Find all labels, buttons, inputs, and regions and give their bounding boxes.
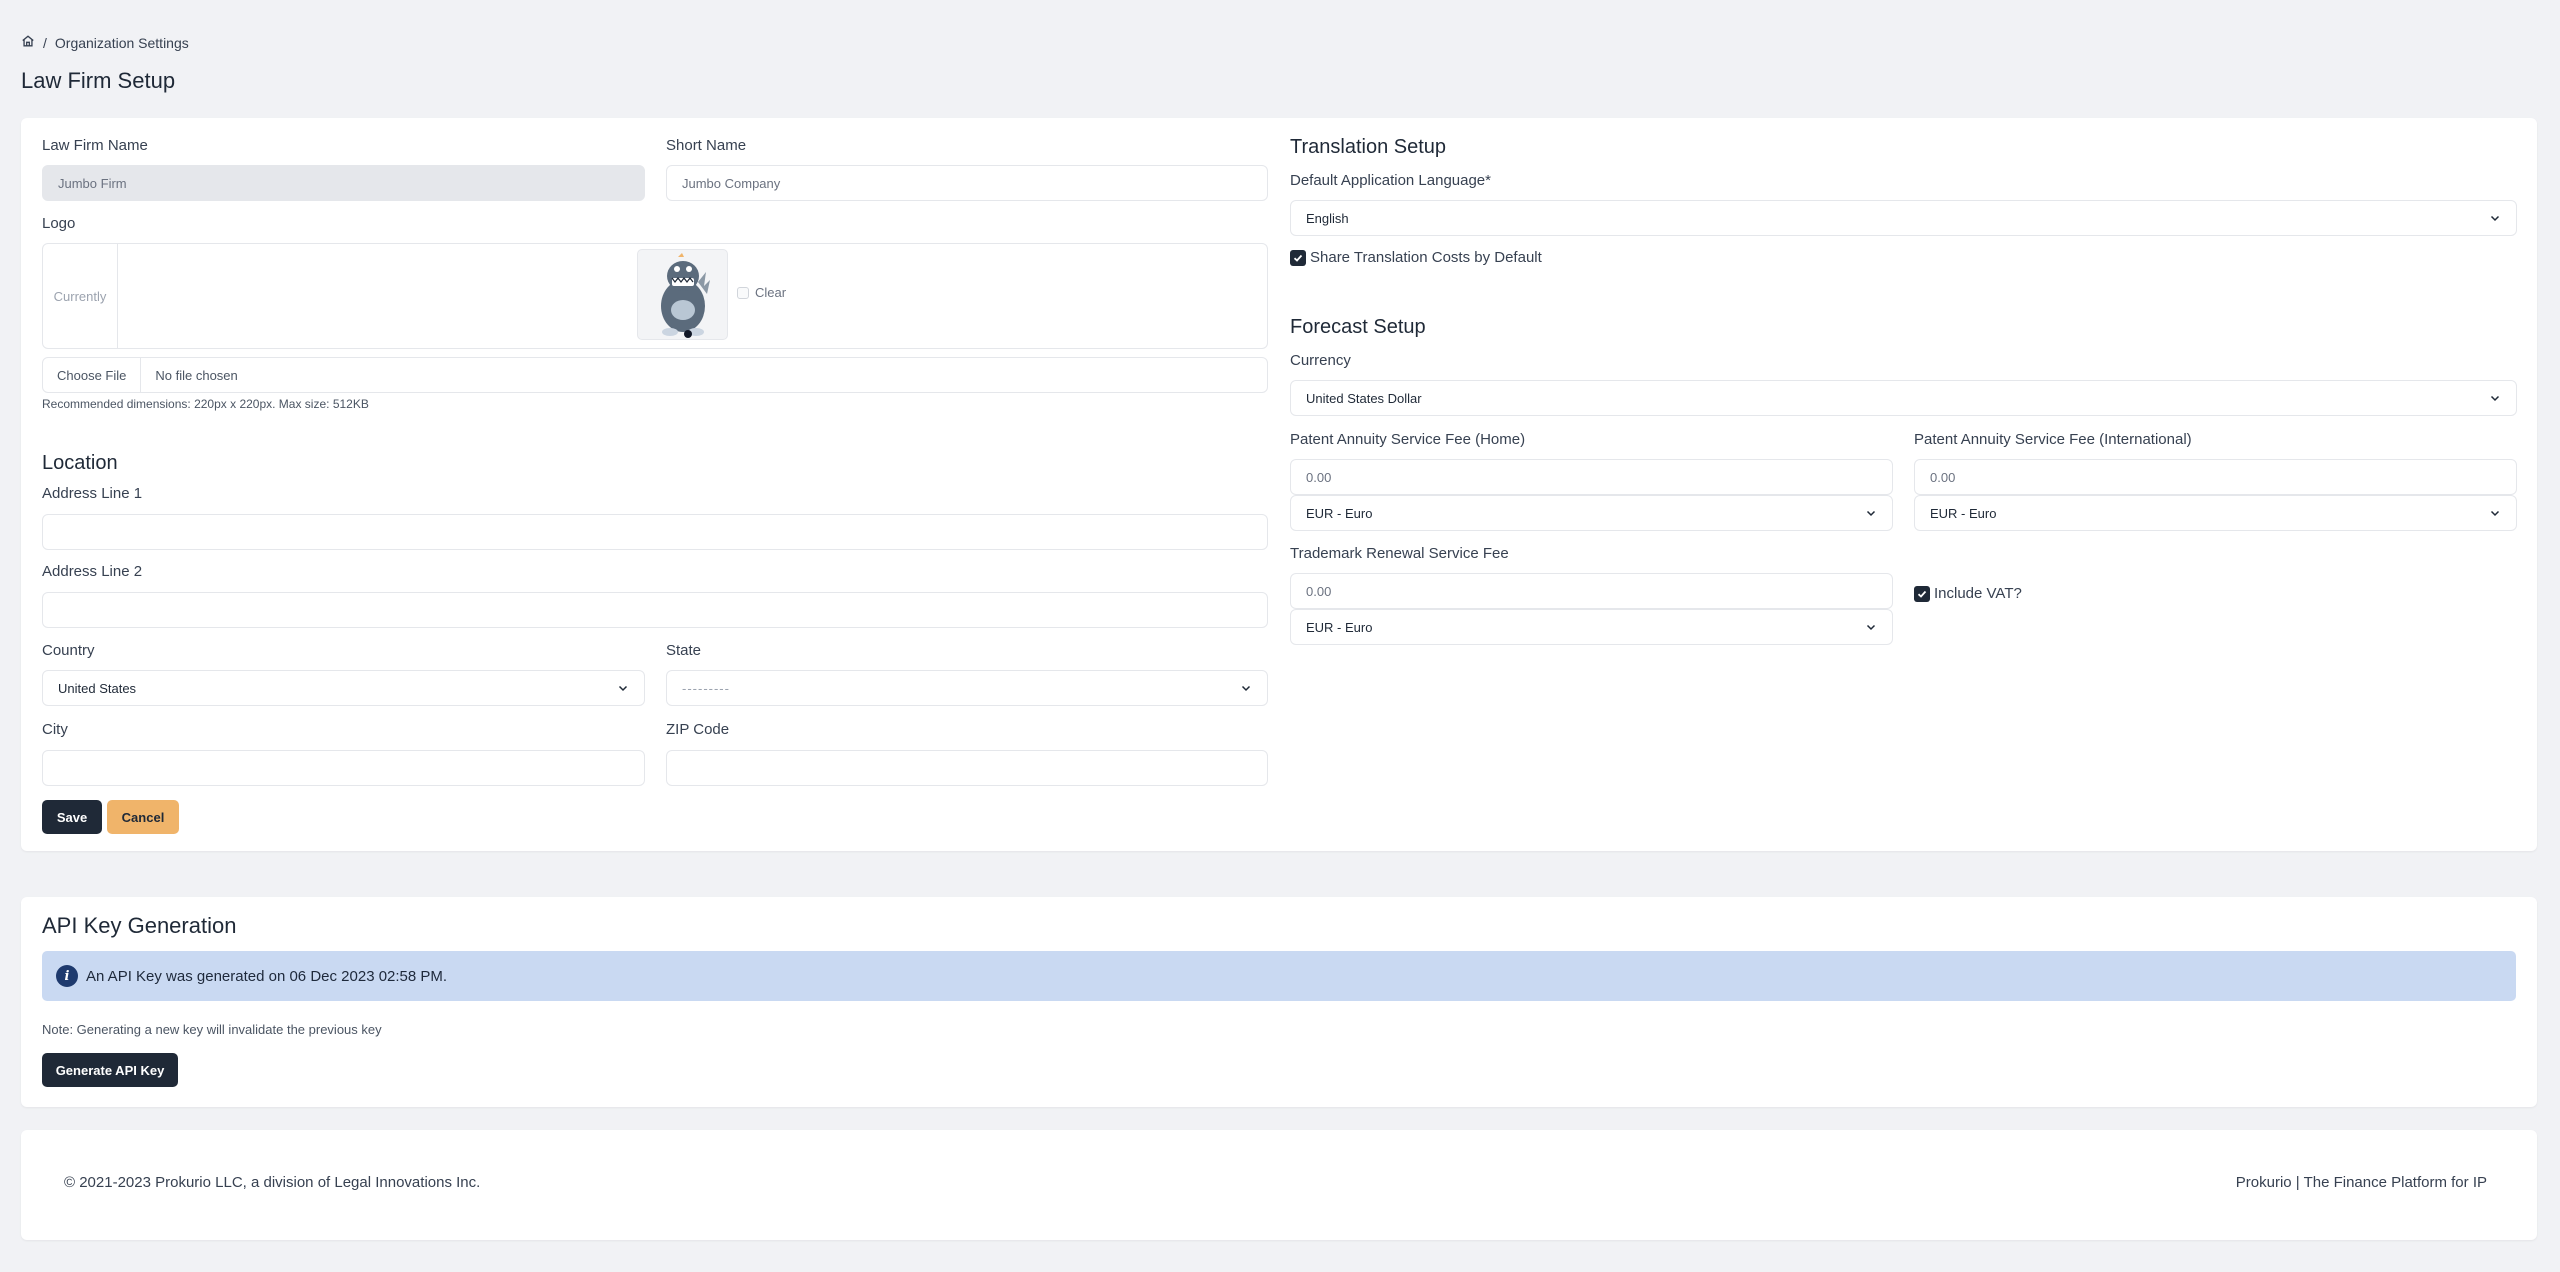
currency-select[interactable]: United States Dollar xyxy=(1290,380,2517,416)
address1-input[interactable] xyxy=(42,514,1268,550)
country-label: Country xyxy=(42,642,95,659)
state-label: State xyxy=(666,642,702,659)
law-firm-name-input[interactable]: Jumbo Firm xyxy=(42,165,645,201)
logo-file-input[interactable]: Choose File No file chosen xyxy=(42,357,1268,393)
address2-label: Address Line 2 xyxy=(42,563,143,580)
patent-intl-value: 0.00 xyxy=(1930,469,1956,485)
city-input[interactable] xyxy=(42,750,645,786)
state-select[interactable]: --------- xyxy=(666,670,1268,706)
chevron-down-icon xyxy=(1241,685,1251,692)
breadcrumb: / Organization Settings xyxy=(21,34,189,51)
api-key-card: API Key Generation i An API Key was gene… xyxy=(21,897,2537,1107)
logo-current-box: Currently Clear xyxy=(42,243,1268,349)
zip-input[interactable] xyxy=(666,750,1268,786)
law-firm-name-label: Law Firm Name xyxy=(42,137,148,154)
breadcrumb-current[interactable]: Organization Settings xyxy=(55,35,189,51)
state-value: --------- xyxy=(682,680,730,696)
law-firm-name-value: Jumbo Firm xyxy=(58,175,127,191)
short-name-label: Short Name xyxy=(666,137,747,154)
share-costs-checkbox-row[interactable]: Share Translation Costs by Default xyxy=(1290,249,1542,266)
forecast-setup-title: Forecast Setup xyxy=(1290,316,1426,338)
country-value: United States xyxy=(58,680,137,696)
save-button[interactable]: Save xyxy=(42,800,102,834)
trademark-input[interactable]: 0.00 xyxy=(1290,573,1893,609)
info-icon: i xyxy=(56,965,78,987)
chevron-down-icon xyxy=(618,685,628,692)
logo-hint: Recommended dimensions: 220px x 220px. M… xyxy=(42,397,369,411)
breadcrumb-separator: / xyxy=(43,34,47,51)
generate-api-key-button[interactable]: Generate API Key xyxy=(42,1053,178,1087)
chevron-down-icon xyxy=(2490,510,2500,517)
language-label: Default Application Language* xyxy=(1290,172,1491,189)
mascot-icon xyxy=(660,252,710,338)
trademark-value: 0.00 xyxy=(1306,583,1332,599)
api-key-alert-text: An API Key was generated on 06 Dec 2023 … xyxy=(86,967,448,985)
patent-intl-input[interactable]: 0.00 xyxy=(1914,459,2517,495)
footer: © 2021-2023 Prokurio LLC, a division of … xyxy=(21,1130,2537,1240)
include-vat-checkbox[interactable] xyxy=(1914,585,1930,602)
patent-intl-currency-select[interactable]: EUR - Euro xyxy=(1914,495,2517,531)
patent-intl-currency-value: EUR - Euro xyxy=(1930,505,1997,521)
logo-currently-label: Currently xyxy=(43,244,118,348)
location-title: Location xyxy=(42,452,118,474)
short-name-input[interactable]: Jumbo Company xyxy=(666,165,1268,201)
home-icon[interactable] xyxy=(21,34,35,51)
footer-tagline: Prokurio | The Finance Platform for IP xyxy=(2235,1174,2487,1191)
patent-intl-label: Patent Annuity Service Fee (Internationa… xyxy=(1914,431,2192,448)
logo-clear-label: Clear xyxy=(755,285,787,300)
api-key-title: API Key Generation xyxy=(42,913,237,938)
short-name-value: Jumbo Company xyxy=(682,175,781,191)
chevron-down-icon xyxy=(2490,215,2500,222)
zip-label: ZIP Code xyxy=(666,721,730,738)
currency-value: United States Dollar xyxy=(1306,390,1422,406)
patent-home-label: Patent Annuity Service Fee (Home) xyxy=(1290,431,1526,448)
language-value: English xyxy=(1306,210,1349,226)
language-select[interactable]: English xyxy=(1290,200,2517,236)
law-firm-setup-card: Law Firm Name Jumbo Firm Short Name Jumb… xyxy=(21,118,2537,851)
chevron-down-icon xyxy=(2490,395,2500,402)
footer-copyright: © 2021-2023 Prokurio LLC, a division of … xyxy=(64,1174,481,1191)
address1-label: Address Line 1 xyxy=(42,485,143,502)
trademark-label: Trademark Renewal Service Fee xyxy=(1290,545,1509,562)
api-key-alert: i An API Key was generated on 06 Dec 202… xyxy=(42,951,2516,1001)
logo-label: Logo xyxy=(42,215,76,232)
choose-file-button[interactable]: Choose File xyxy=(43,358,142,392)
check-icon xyxy=(1293,254,1303,262)
translation-setup-title: Translation Setup xyxy=(1290,136,1447,158)
patent-home-currency-value: EUR - Euro xyxy=(1306,505,1373,521)
file-status: No file chosen xyxy=(155,367,238,383)
city-label: City xyxy=(42,721,68,738)
patent-home-value: 0.00 xyxy=(1306,469,1332,485)
share-costs-checkbox[interactable] xyxy=(1290,249,1306,266)
trademark-currency-select[interactable]: EUR - Euro xyxy=(1290,609,1893,645)
cancel-button[interactable]: Cancel xyxy=(107,800,179,834)
patent-home-input[interactable]: 0.00 xyxy=(1290,459,1893,495)
chevron-down-icon xyxy=(1866,510,1876,517)
include-vat-checkbox-row[interactable]: Include VAT? xyxy=(1914,585,2022,602)
share-costs-label: Share Translation Costs by Default xyxy=(1310,249,1542,266)
logo-clear[interactable]: Clear xyxy=(737,285,786,300)
country-select[interactable]: United States xyxy=(42,670,645,706)
patent-home-currency-select[interactable]: EUR - Euro xyxy=(1290,495,1893,531)
include-vat-label: Include VAT? xyxy=(1934,585,2022,602)
check-icon xyxy=(1917,590,1927,598)
chevron-down-icon xyxy=(1866,624,1876,631)
api-key-note: Note: Generating a new key will invalida… xyxy=(42,1022,382,1037)
trademark-currency-value: EUR - Euro xyxy=(1306,619,1373,635)
currency-label: Currency xyxy=(1290,352,1351,369)
logo-clear-checkbox[interactable] xyxy=(737,286,749,299)
logo-image xyxy=(637,249,728,340)
page-title: Law Firm Setup xyxy=(21,68,176,93)
address2-input[interactable] xyxy=(42,592,1268,628)
